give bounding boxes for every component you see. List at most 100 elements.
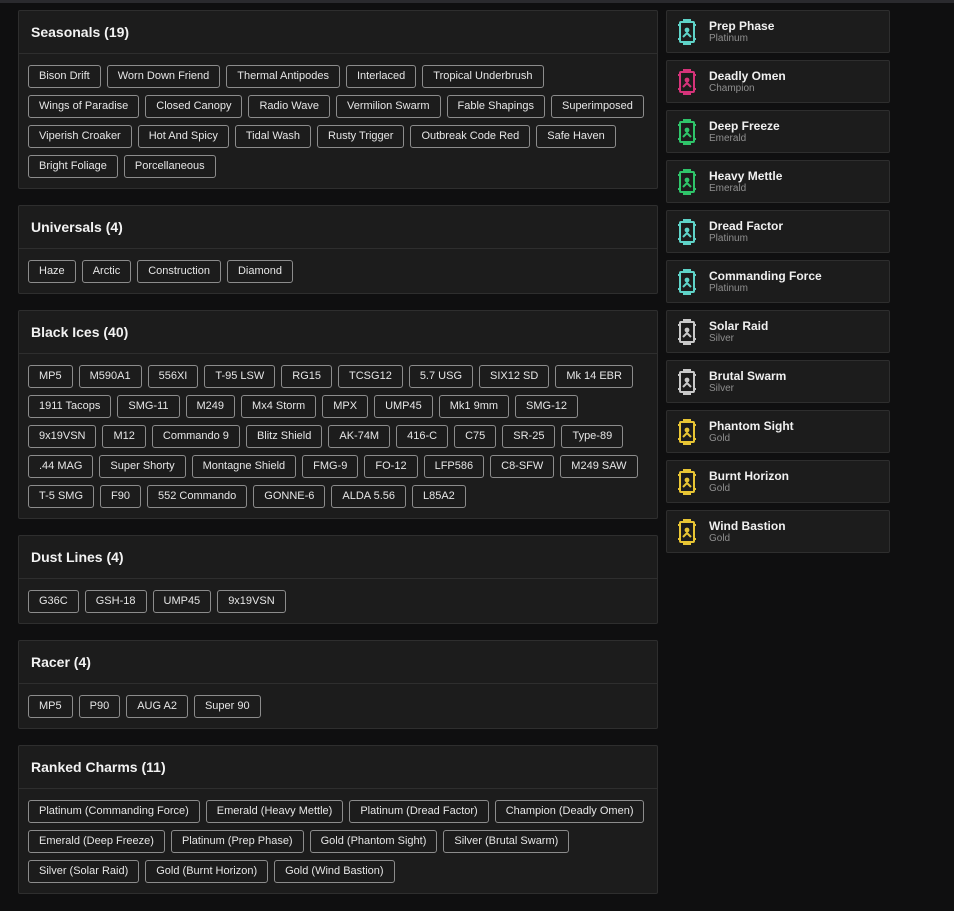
skin-chip[interactable]: Superimposed bbox=[550, 95, 644, 118]
skin-chip[interactable]: .44 MAG bbox=[28, 455, 94, 478]
skin-chip[interactable]: M249 SAW bbox=[560, 455, 638, 478]
skin-chip[interactable]: Outbreak Code Red bbox=[410, 125, 531, 148]
season-tier: Platinum bbox=[709, 282, 748, 294]
skin-chip[interactable]: Rusty Trigger bbox=[317, 125, 405, 148]
skin-chip[interactable]: Blitz Shield bbox=[245, 425, 323, 448]
silver-rank-icon bbox=[678, 368, 696, 395]
skin-chip[interactable]: Tropical Underbrush bbox=[422, 65, 544, 88]
skin-chip[interactable]: Gold (Phantom Sight) bbox=[309, 830, 438, 853]
skin-chip[interactable]: C75 bbox=[454, 425, 497, 448]
skin-chip[interactable]: Safe Haven bbox=[536, 125, 616, 148]
skin-chip[interactable]: M590A1 bbox=[78, 365, 142, 388]
skin-chip[interactable]: LFP586 bbox=[423, 455, 485, 478]
skin-chip[interactable]: UMP45 bbox=[374, 395, 433, 418]
skin-chip[interactable]: Thermal Antipodes bbox=[226, 65, 340, 88]
section-seasonals: Seasonals (19) Bison Drift Worn Down Frie… bbox=[18, 10, 658, 189]
skin-chip[interactable]: Mk 14 EBR bbox=[555, 365, 633, 388]
skin-chip[interactable]: Platinum (Prep Phase) bbox=[170, 830, 304, 853]
skin-chip[interactable]: Silver (Brutal Swarm) bbox=[443, 830, 570, 853]
season-item-prep-phase[interactable]: Prep Phase Platinum bbox=[666, 10, 890, 53]
skin-chip[interactable]: 552 Commando bbox=[146, 485, 248, 508]
skin-chip[interactable]: Champion (Deadly Omen) bbox=[494, 800, 645, 823]
season-item-dread-factor[interactable]: Dread Factor Platinum bbox=[666, 210, 890, 253]
skin-chip[interactable]: G36C bbox=[28, 590, 79, 613]
skin-chip[interactable]: MP5 bbox=[28, 695, 73, 718]
skin-chip[interactable]: SMG-12 bbox=[515, 395, 579, 418]
skin-chip[interactable]: Commando 9 bbox=[151, 425, 240, 448]
skin-chip[interactable]: FO-12 bbox=[364, 455, 418, 478]
skin-chip[interactable]: Gold (Burnt Horizon) bbox=[145, 860, 269, 883]
skin-chip[interactable]: Bison Drift bbox=[28, 65, 101, 88]
season-item-heavy-mettle[interactable]: Heavy Mettle Emerald bbox=[666, 160, 890, 203]
skin-chip[interactable]: MP5 bbox=[28, 365, 73, 388]
skin-chip[interactable]: 556XI bbox=[147, 365, 199, 388]
skin-chip[interactable]: RG15 bbox=[281, 365, 333, 388]
season-item-deep-freeze[interactable]: Deep Freeze Emerald bbox=[666, 110, 890, 153]
skin-chip[interactable]: M12 bbox=[102, 425, 146, 448]
skin-chip[interactable]: Super 90 bbox=[193, 695, 261, 718]
skin-chip[interactable]: TCSG12 bbox=[338, 365, 403, 388]
skin-chip[interactable]: GSH-18 bbox=[84, 590, 147, 613]
season-item-brutal-swarm[interactable]: Brutal Swarm Silver bbox=[666, 360, 890, 403]
skin-chip[interactable]: Platinum (Commanding Force) bbox=[28, 800, 200, 823]
skin-chip[interactable]: Radio Wave bbox=[248, 95, 330, 118]
season-item-solar-raid[interactable]: Solar Raid Silver bbox=[666, 310, 890, 353]
skin-chip[interactable]: T-5 SMG bbox=[28, 485, 95, 508]
skin-chip[interactable]: 5.7 USG bbox=[408, 365, 473, 388]
skin-chip[interactable]: Gold (Wind Bastion) bbox=[274, 860, 395, 883]
skin-chip[interactable]: ALDA 5.56 bbox=[331, 485, 406, 508]
champion-rank-icon bbox=[678, 68, 696, 95]
skin-chip[interactable]: Porcellaneous bbox=[123, 155, 216, 178]
skin-chip[interactable]: Platinum (Dread Factor) bbox=[349, 800, 489, 823]
skin-chip[interactable]: AK-74M bbox=[328, 425, 391, 448]
skin-chip[interactable]: T-95 LSW bbox=[204, 365, 276, 388]
skin-chip[interactable]: SIX12 SD bbox=[479, 365, 550, 388]
skin-chip[interactable]: Super Shorty bbox=[99, 455, 186, 478]
season-item-deadly-omen[interactable]: Deadly Omen Champion bbox=[666, 60, 890, 103]
skin-chip[interactable]: Closed Canopy bbox=[145, 95, 243, 118]
skin-chip[interactable]: 416-C bbox=[396, 425, 449, 448]
skin-chip[interactable]: UMP45 bbox=[152, 590, 212, 613]
skin-chip[interactable]: Diamond bbox=[226, 260, 293, 283]
skin-chip[interactable]: Vermilion Swarm bbox=[336, 95, 441, 118]
skin-chip[interactable]: C8-SFW bbox=[490, 455, 555, 478]
season-item-wind-bastion[interactable]: Wind Bastion Gold bbox=[666, 510, 890, 553]
skin-chip[interactable]: Worn Down Friend bbox=[106, 65, 221, 88]
skin-chip[interactable]: SMG-11 bbox=[117, 395, 180, 418]
season-item-burnt-horizon[interactable]: Burnt Horizon Gold bbox=[666, 460, 890, 503]
skin-chip[interactable]: Emerald (Deep Freeze) bbox=[28, 830, 165, 853]
season-tier: Gold bbox=[709, 432, 731, 444]
skin-chip[interactable]: GONNE-6 bbox=[253, 485, 326, 508]
skin-chip[interactable]: 9x19VSN bbox=[28, 425, 97, 448]
skin-chip[interactable]: M249 bbox=[185, 395, 236, 418]
emerald-rank-icon bbox=[678, 118, 696, 145]
skin-chip[interactable]: Wings of Paradise bbox=[28, 95, 140, 118]
skin-chip[interactable]: Montagne Shield bbox=[191, 455, 297, 478]
skin-chip[interactable]: Bright Foliage bbox=[28, 155, 118, 178]
skin-chip[interactable]: Arctic bbox=[81, 260, 132, 283]
skin-chip[interactable]: FMG-9 bbox=[302, 455, 359, 478]
platinum-rank-icon bbox=[678, 268, 696, 295]
skin-chip[interactable]: Type-89 bbox=[561, 425, 624, 448]
skin-chip[interactable]: MPX bbox=[322, 395, 369, 418]
skin-chip[interactable]: AUG A2 bbox=[126, 695, 188, 718]
skin-chip[interactable]: L85A2 bbox=[411, 485, 466, 508]
skin-chip[interactable]: F90 bbox=[100, 485, 141, 508]
season-item-commanding-force[interactable]: Commanding Force Platinum bbox=[666, 260, 890, 303]
skin-chip[interactable]: SR-25 bbox=[502, 425, 556, 448]
skin-chip[interactable]: Hot And Spicy bbox=[137, 125, 229, 148]
skin-chip[interactable]: Tidal Wash bbox=[234, 125, 312, 148]
skin-chip[interactable]: Silver (Solar Raid) bbox=[28, 860, 140, 883]
skin-chip[interactable]: Mk1 9mm bbox=[438, 395, 510, 418]
season-item-phantom-sight[interactable]: Phantom Sight Gold bbox=[666, 410, 890, 453]
skin-chip[interactable]: Fable Shapings bbox=[446, 95, 545, 118]
skin-chip[interactable]: Construction bbox=[137, 260, 221, 283]
skin-chip[interactable]: 1911 Tacops bbox=[28, 395, 112, 418]
skin-chip[interactable]: Emerald (Heavy Mettle) bbox=[205, 800, 344, 823]
skin-chip[interactable]: Haze bbox=[28, 260, 76, 283]
skin-chip[interactable]: Viperish Croaker bbox=[28, 125, 132, 148]
skin-chip[interactable]: Interlaced bbox=[345, 65, 417, 88]
skin-chip[interactable]: P90 bbox=[78, 695, 121, 718]
skin-chip[interactable]: 9x19VSN bbox=[217, 590, 286, 613]
skin-chip[interactable]: Mx4 Storm bbox=[241, 395, 317, 418]
